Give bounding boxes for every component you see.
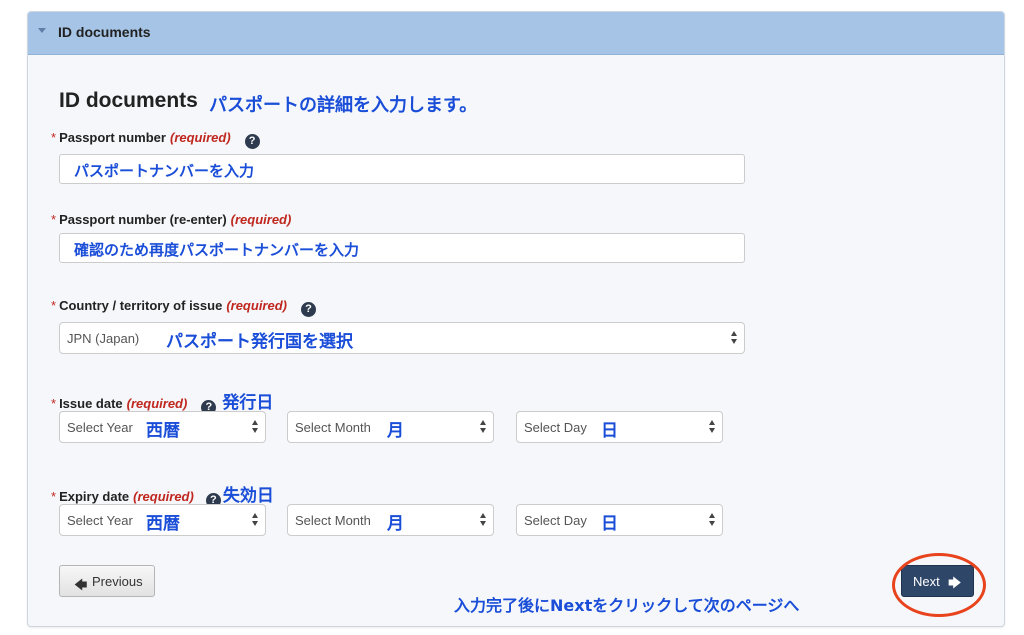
section-annotation: パスポートの詳細を入力します。	[209, 95, 478, 116]
select-arrows-icon	[252, 513, 260, 527]
required-marker: (required)	[230, 212, 292, 227]
country-select[interactable]: JPN (Japan) パスポート発行国を選択	[59, 322, 745, 354]
panel-header[interactable]: ID documents	[28, 12, 1004, 55]
passport-reenter-input[interactable]: 確認のため再度パスポートナンバーを入力	[59, 233, 745, 263]
select-arrows-icon	[709, 420, 717, 434]
select-arrows-icon	[731, 331, 739, 345]
expiry-year-select[interactable]: Select Year 西暦	[59, 504, 266, 536]
caret-down-icon[interactable]	[38, 28, 46, 33]
country-annotation: パスポート発行国を選択	[166, 332, 353, 352]
select-arrows-icon	[252, 420, 260, 434]
issue-month-select[interactable]: Select Month 月	[287, 411, 494, 443]
next-highlight-circle	[892, 553, 986, 617]
expiry-day-annotation: 日	[601, 514, 618, 534]
passport-number-annotation: パスポートナンバーを入力	[74, 162, 255, 180]
country-label: * Country / territory of issue (required)?	[51, 298, 316, 317]
expiry-month-select[interactable]: Select Month 月	[287, 504, 494, 536]
question-circle-icon[interactable]: ?	[300, 302, 316, 317]
country-selected-value: JPN (Japan)	[67, 331, 140, 346]
select-arrows-icon	[480, 420, 488, 434]
required-marker: (required)	[226, 298, 287, 313]
expiry-year-annotation: 西暦	[146, 514, 180, 534]
section-title: ID documents	[59, 89, 198, 112]
passport-number-input[interactable]: パスポートナンバーを入力	[59, 154, 745, 184]
passport-number-label: * Passport number (required)?	[51, 130, 260, 149]
previous-button[interactable]: 🡄 Previous	[59, 565, 155, 597]
expiry-month-annotation: 月	[387, 514, 404, 534]
panel-title: ID documents	[58, 24, 151, 40]
expiry-day-select[interactable]: Select Day 日	[516, 504, 723, 536]
footer-annotation: 入力完了後にNextをクリックして次のページへ	[454, 596, 800, 615]
question-circle-icon[interactable]: ?	[244, 134, 260, 149]
issue-date-annotation: 発行日	[222, 393, 274, 413]
select-arrows-icon	[709, 513, 717, 527]
passport-reenter-annotation: 確認のため再度パスポートナンバーを入力	[74, 241, 360, 259]
required-marker: (required)	[133, 489, 194, 504]
issue-year-annotation: 西暦	[146, 421, 180, 441]
issue-year-select[interactable]: Select Year 西暦	[59, 411, 266, 443]
arrow-left-icon: 🡄	[74, 577, 88, 592]
select-arrows-icon	[480, 513, 488, 527]
required-marker: (required)	[169, 130, 231, 145]
issue-day-annotation: 日	[601, 421, 618, 441]
id-documents-panel: ID documents ID documents パスポートの詳細を入力します…	[27, 11, 1005, 627]
expiry-date-annotation: 失効日	[222, 486, 274, 506]
passport-reenter-label: * Passport number (re-enter) (required)	[51, 212, 292, 227]
issue-month-annotation: 月	[387, 421, 404, 441]
required-marker: (required)	[126, 396, 188, 411]
issue-day-select[interactable]: Select Day 日	[516, 411, 723, 443]
